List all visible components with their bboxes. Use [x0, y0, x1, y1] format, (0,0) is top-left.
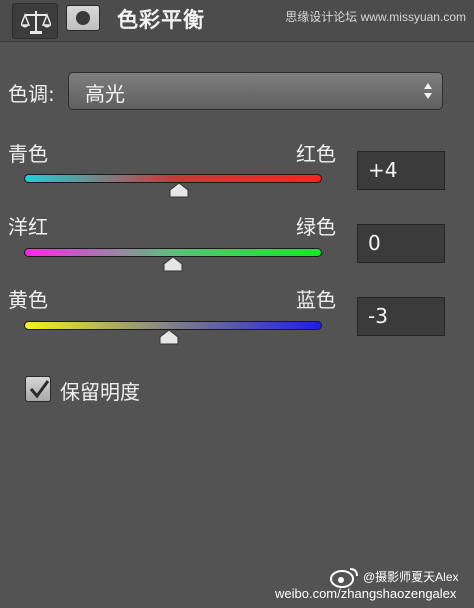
yellow-blue-value-field[interactable]: -3 — [357, 297, 445, 336]
cyan-red-slider-thumb[interactable] — [169, 182, 189, 198]
balance-scale-icon — [21, 11, 51, 34]
tone-select-value: 高光 — [85, 82, 125, 106]
magenta-green-value-field[interactable]: 0 — [357, 224, 445, 263]
cyan-red-value: +4 — [368, 158, 398, 182]
red-label: 红色 — [296, 142, 336, 166]
chevron-updown-icon — [424, 83, 432, 99]
credit-url: weibo.com/zhangshaozengalex — [275, 586, 457, 601]
cyan-red-value-field[interactable]: +4 — [357, 151, 445, 190]
layer-mask-icon[interactable] — [66, 5, 100, 31]
cyan-label: 青色 — [8, 142, 48, 166]
tone-label: 色调: — [8, 82, 55, 106]
checkmark-icon — [29, 380, 50, 399]
yellow-label: 黄色 — [8, 288, 48, 312]
tone-select[interactable]: 高光 — [68, 72, 443, 110]
preserve-luminosity-label: 保留明度 — [60, 380, 140, 404]
yellow-blue-slider-thumb[interactable] — [159, 329, 179, 345]
blue-label: 蓝色 — [296, 288, 336, 312]
magenta-label: 洋红 — [8, 215, 48, 239]
panel-header: 色彩平衡 思缘设计论坛 www.missyuan.com — [0, 0, 474, 42]
panel-title: 色彩平衡 — [117, 8, 205, 32]
green-label: 绿色 — [296, 215, 336, 239]
weibo-icon — [330, 568, 358, 588]
preserve-luminosity-checkbox[interactable] — [25, 376, 51, 402]
magenta-green-value: 0 — [368, 231, 381, 255]
watermark-text: 思缘设计论坛 www.missyuan.com — [285, 10, 466, 24]
yellow-blue-value: -3 — [368, 304, 388, 328]
magenta-green-slider-thumb[interactable] — [163, 256, 183, 272]
color-balance-adjustment-button[interactable] — [12, 3, 58, 39]
credit-name: @摄影师夏天Alex — [363, 570, 459, 584]
